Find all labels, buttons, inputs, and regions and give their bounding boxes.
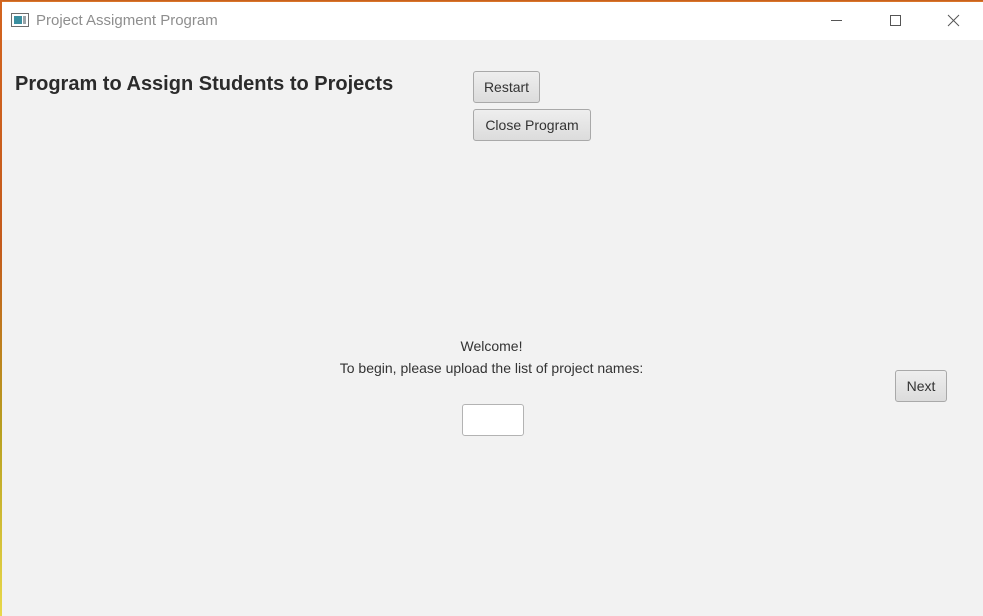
project-names-upload-field[interactable] — [462, 404, 524, 436]
app-icon — [11, 13, 29, 27]
close-program-button[interactable]: Close Program — [473, 109, 591, 141]
minimize-button[interactable] — [807, 2, 865, 40]
app-window: Project Assigment Program Program to Ass… — [2, 1, 983, 616]
upload-instruction-text: To begin, please upload the list of proj… — [339, 360, 644, 376]
restart-button[interactable]: Restart — [473, 71, 540, 103]
minimize-icon — [831, 20, 842, 21]
close-icon — [947, 14, 960, 27]
window-title: Project Assigment Program — [36, 12, 218, 29]
close-window-button[interactable] — [924, 2, 982, 40]
maximize-button[interactable] — [866, 2, 924, 40]
page-title: Program to Assign Students to Projects — [15, 73, 394, 95]
welcome-text: Welcome! — [460, 338, 523, 354]
maximize-icon — [890, 15, 901, 26]
next-button[interactable]: Next — [895, 370, 947, 402]
title-bar[interactable]: Project Assigment Program — [2, 2, 983, 40]
